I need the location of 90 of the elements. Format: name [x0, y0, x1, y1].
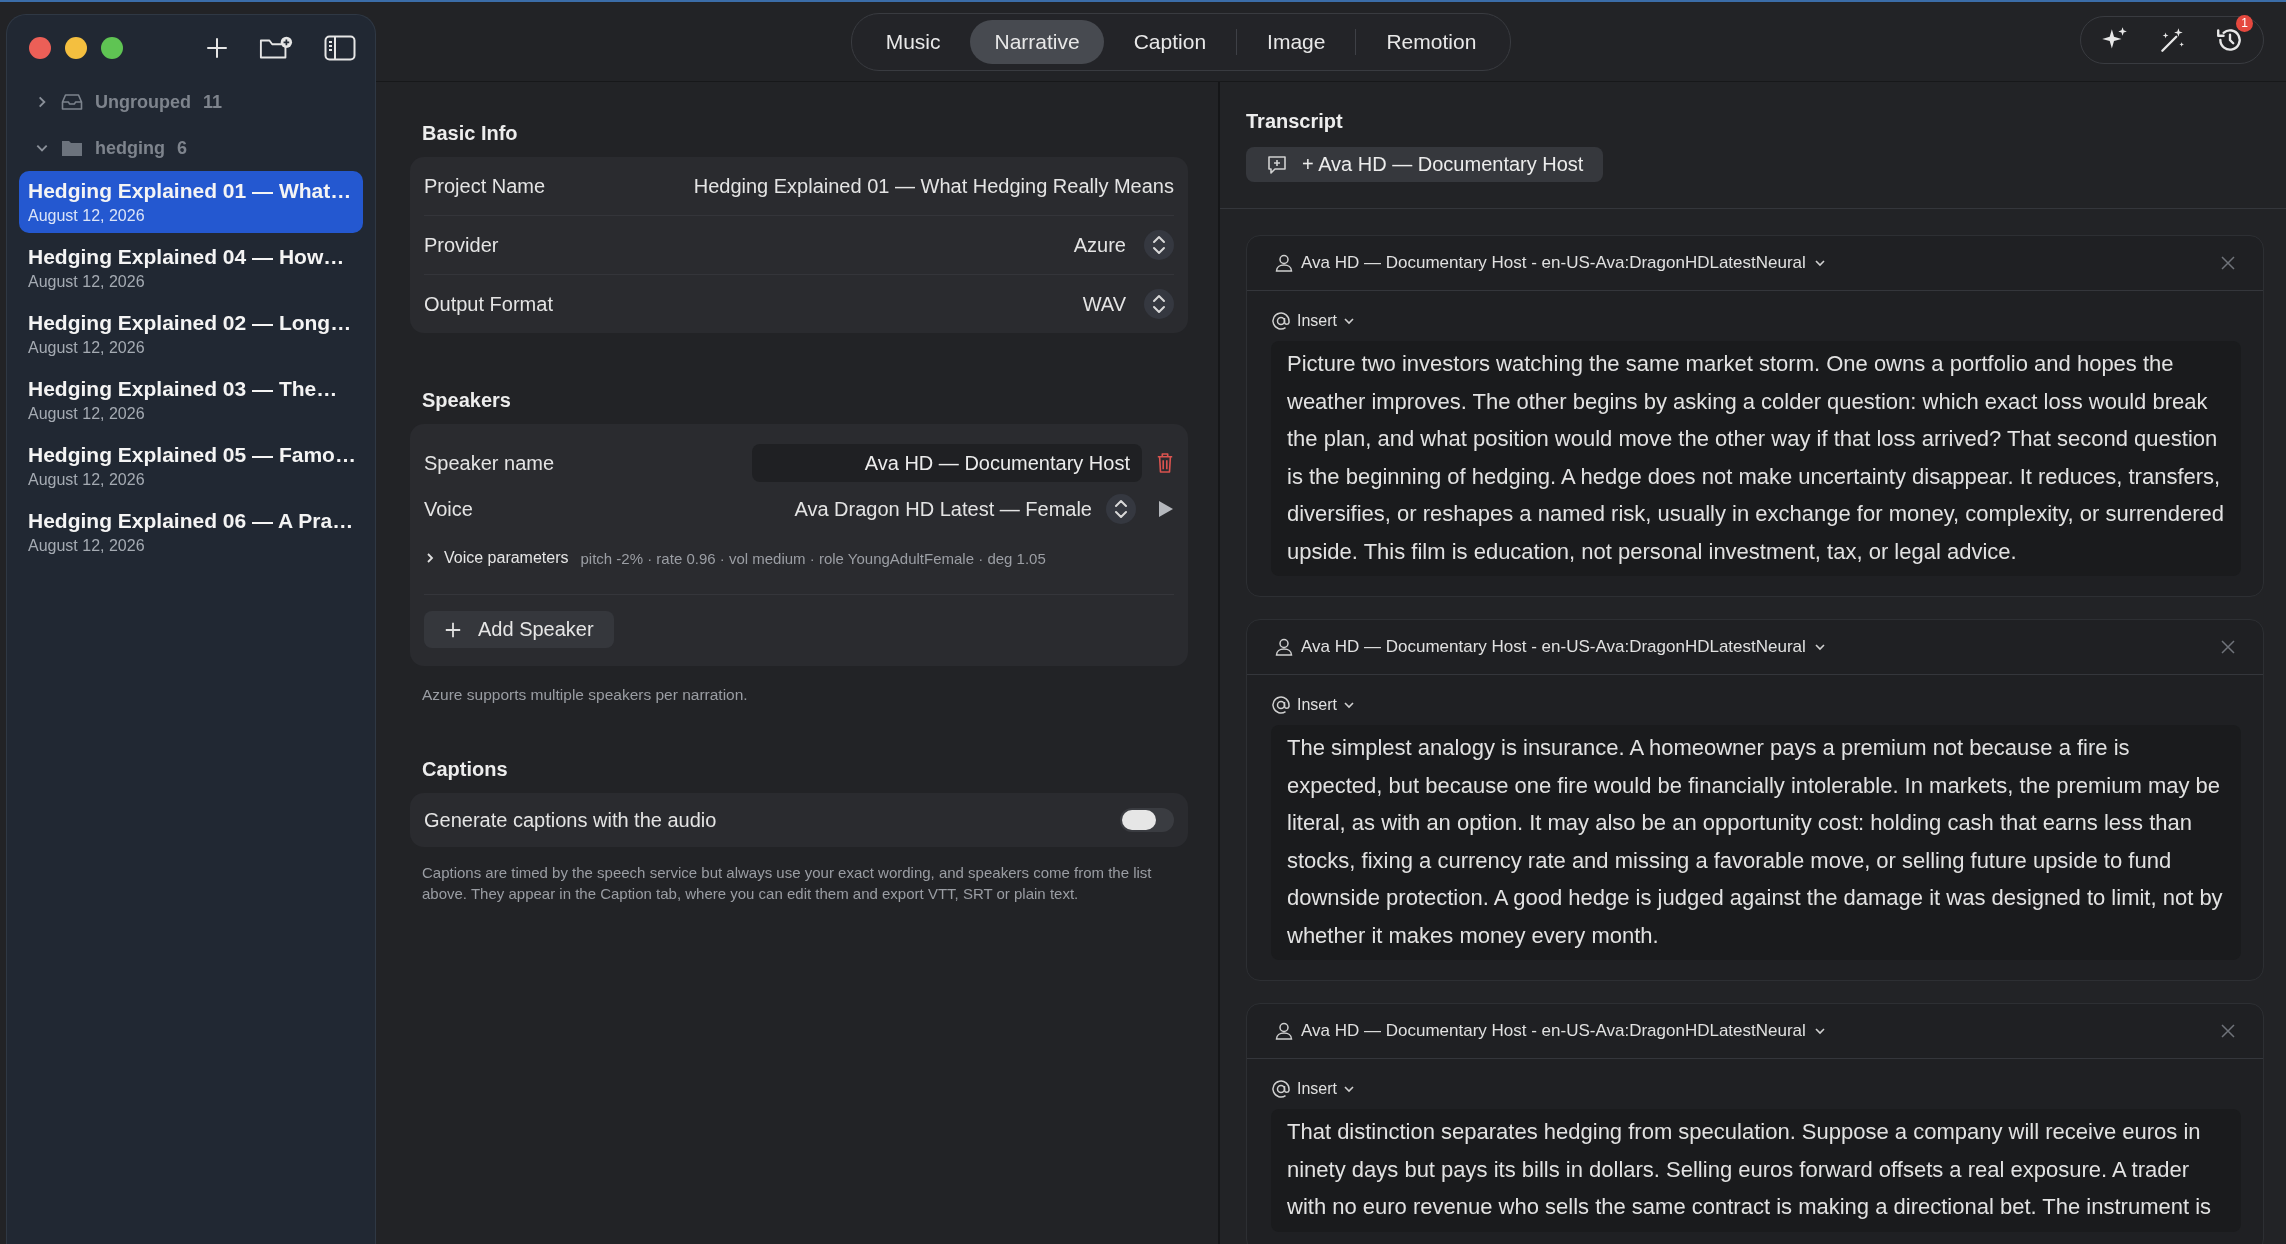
up-down-icon[interactable]: [1106, 494, 1136, 524]
project-date: August 12, 2026: [28, 405, 146, 423]
at-sign-icon: [1271, 695, 1291, 715]
folder-plus-icon[interactable]: [259, 35, 293, 61]
speakers-note: Azure supports multiple speakers per narration.: [422, 685, 749, 705]
project-date: August 12, 2026: [28, 339, 146, 357]
sidebar-icon[interactable]: [323, 35, 357, 61]
group-count: 6: [177, 137, 187, 159]
trash-icon[interactable]: [1156, 452, 1174, 474]
tab[interactable]: Image: [1243, 19, 1350, 64]
play-icon[interactable]: [1158, 500, 1174, 518]
group-count: 11: [203, 91, 223, 113]
notification-badge: 1: [2236, 15, 2253, 32]
captions-note: Captions are timed by the speech service but always use your exact wording, and speakers come from the list above. They appear in the Caption tab, where you can edit them and export VTT, SRT or plain text.: [422, 863, 1153, 904]
speaker-select[interactable]: Ava HD — Documentary Host - en-US-Ava:DragonHDLatestNeural: [1301, 1021, 1806, 1041]
field-label: Output Format: [424, 292, 553, 316]
select-value[interactable]: WAV: [1082, 292, 1126, 316]
segment-text[interactable]: The simplest analogy is insurance. A homeowner pays a premium not because a fire is expected, but because one fire would be financially intolerable. In markets, the premium may be literal, as with an option. It may also be an opportunity cost: holding cash that earns less than stocks, fixing a currency rate and missing a favorable move, or selling future upside to fund downside protection. A good hedge is judged against the damage it was designed to limit, not by whether it makes money every month.: [1271, 725, 2241, 960]
voice-parameters-summary: pitch -2% · rate 0.96 · vol medium · role YoungAdultFemale · deg 1.05: [580, 549, 1046, 567]
project-item[interactable]: Hedging Explained 01 — What… August 12, 2026: [19, 171, 363, 233]
section-heading: Transcript: [1246, 110, 1344, 133]
project-item[interactable]: Hedging Explained 03 — The… August 12, 2026: [19, 369, 363, 431]
captions-toggle[interactable]: [1120, 808, 1174, 833]
project-date: August 12, 2026: [28, 273, 146, 291]
chat-plus-icon: [1266, 153, 1288, 176]
select-value[interactable]: Azure: [1073, 233, 1126, 257]
section-heading: Speakers: [422, 389, 512, 412]
chevron-icon[interactable]: [424, 552, 436, 564]
tab[interactable]: Caption: [1109, 19, 1231, 64]
inbox-icon: [61, 93, 83, 111]
speaker-select[interactable]: Ava HD — Documentary Host - en-US-Ava:DragonHDLatestNeural: [1301, 253, 1806, 273]
tab[interactable]: Music: [861, 19, 965, 64]
close-icon[interactable]: [2221, 1024, 2235, 1038]
person-icon: [1275, 638, 1293, 656]
speaker-name-field[interactable]: Ava HD — Documentary Host: [752, 444, 1142, 482]
segment-text[interactable]: Picture two investors watching the same market storm. One owns a portfolio and hopes the weather improves. The other begins by asking a colder question: which exact loss would break the plan, and what position would move the other way if that loss arrived? That second question is the beginning of hedging. A hedge does not make uncertainty disappear. It reduces, transfers, diversifies, or reshapes a named risk, usually in exchange for money, complexity, or surrendered upside. This film is education, not personal investment, tax, or legal advice.: [1271, 341, 2241, 576]
field-label: Speaker name: [424, 451, 555, 475]
person-icon: [1275, 1022, 1293, 1040]
plus-icon[interactable]: [205, 36, 229, 60]
add-speaker-button[interactable]: Add Speaker: [424, 611, 614, 648]
project-title: Hedging Explained 02 — Long…: [28, 311, 353, 335]
project-item[interactable]: Hedging Explained 02 — Long… August 12, 2026: [19, 303, 363, 365]
plus-icon: [444, 620, 462, 639]
speaker-select[interactable]: Ava HD — Documentary Host - en-US-Ava:DragonHDLatestNeural: [1301, 637, 1806, 657]
folder-icon: [61, 139, 83, 157]
minimize-icon[interactable]: [65, 37, 87, 59]
section-heading: Basic Info: [422, 122, 519, 145]
person-icon: [1275, 254, 1293, 272]
tab[interactable]: Remotion: [1362, 19, 1501, 64]
at-sign-icon: [1271, 1079, 1291, 1099]
project-date: August 12, 2026: [28, 207, 146, 225]
project-title: Hedging Explained 05 — Famo…: [28, 443, 354, 467]
project-title: Hedging Explained 06 — A Pra…: [28, 509, 354, 533]
field-label: Voice: [424, 497, 473, 521]
voice-parameters-toggle[interactable]: Voice parameters: [444, 549, 569, 567]
project-date: August 12, 2026: [28, 471, 146, 489]
field-label: Provider: [424, 233, 499, 257]
project-title: Hedging Explained 01 — What…: [28, 179, 353, 203]
add-segment-button[interactable]: + Ava HD — Documentary Host: [1246, 147, 1604, 182]
group-name[interactable]: hedging: [95, 137, 165, 159]
chevron-down-icon[interactable]: [1343, 1083, 1355, 1095]
at-sign-icon: [1271, 311, 1291, 331]
project-item[interactable]: Hedging Explained 06 — A Pra… August 12, 2026: [19, 501, 363, 563]
chevron-down-icon[interactable]: [1813, 257, 1826, 269]
insert-menu[interactable]: Insert: [1297, 696, 1337, 714]
maximize-icon[interactable]: [101, 37, 123, 59]
chevron-down-icon[interactable]: [1343, 699, 1355, 711]
close-icon[interactable]: [2221, 256, 2235, 270]
chevron-down-icon[interactable]: [1813, 1025, 1826, 1037]
project-date: August 12, 2026: [28, 537, 146, 555]
project-title: Hedging Explained 04 — How…: [28, 245, 346, 269]
insert-menu[interactable]: Insert: [1297, 1080, 1337, 1098]
close-icon[interactable]: [2221, 640, 2235, 654]
project-item[interactable]: Hedging Explained 05 — Famo… August 12, 2026: [19, 435, 363, 497]
up-down-icon[interactable]: [1144, 289, 1174, 319]
field-label: Project Name: [424, 174, 546, 198]
voice-select[interactable]: Ava Dragon HD Latest — Female: [794, 497, 1092, 521]
project-title: Hedging Explained 03 — The…: [28, 377, 339, 401]
chevron-down-icon[interactable]: [1813, 641, 1826, 653]
insert-menu[interactable]: Insert: [1297, 312, 1337, 330]
project-name-field[interactable]: Hedging Explained 01 — What Hedging Really Means: [693, 174, 1174, 198]
chevron-down-icon[interactable]: [1343, 315, 1355, 327]
section-heading: Captions: [422, 758, 509, 782]
group-name[interactable]: Ungrouped: [95, 91, 191, 113]
up-down-icon[interactable]: [1144, 230, 1174, 260]
tab[interactable]: Narrative: [970, 19, 1104, 64]
segment-text[interactable]: That distinction separates hedging from speculation. Suppose a company will receive euros in ninety days but pays its bills in dollars. Selling euros forward offsets a real exposure. A trader with no euro revenue who sells the same contract is making a directional bet. The instrument is: [1271, 1109, 2241, 1232]
toggle-label: Generate captions with the audio: [424, 808, 717, 832]
close-icon[interactable]: [29, 37, 51, 59]
project-item[interactable]: Hedging Explained 04 — How… August 12, 2026: [19, 237, 363, 299]
